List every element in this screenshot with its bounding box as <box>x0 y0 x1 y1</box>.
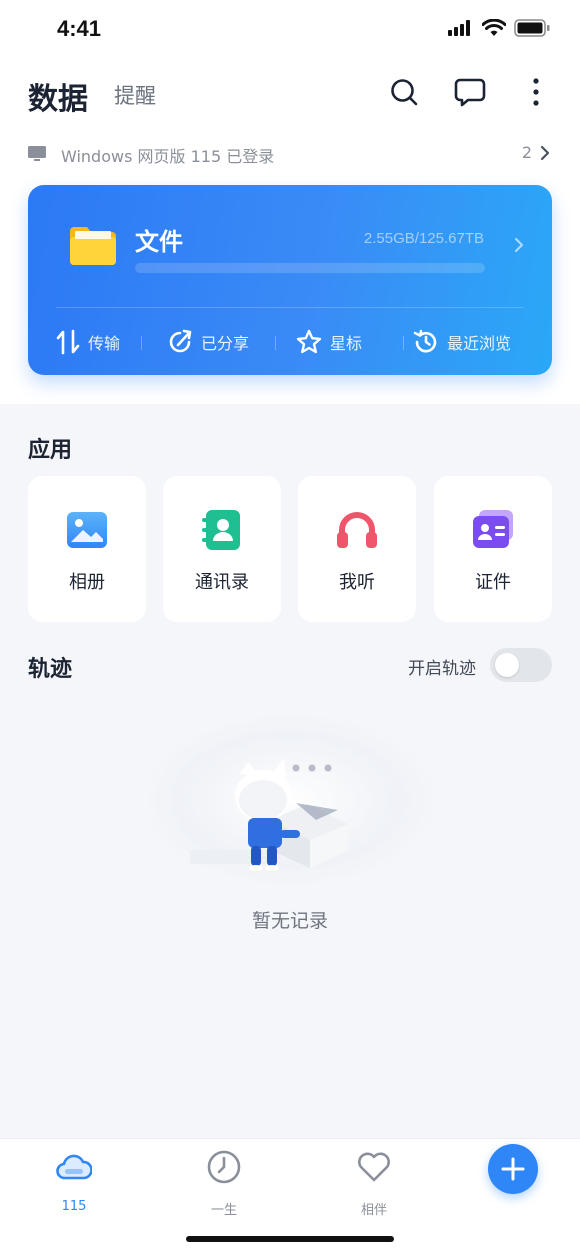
tab-lifetime-label: 一生 <box>210 1203 237 1218</box>
empty-state-text: 暂无记录 <box>251 910 328 932</box>
tab-reminders[interactable]: 提醒 <box>114 80 156 110</box>
message-icon <box>454 78 486 107</box>
history-icon <box>413 329 437 353</box>
clock-icon <box>207 1150 241 1184</box>
add-button[interactable] <box>488 1144 538 1194</box>
chevron-right-icon <box>514 237 524 253</box>
apps-section-title: 应用 <box>28 438 73 463</box>
app-contacts[interactable]: 通讯录 <box>163 476 281 622</box>
page-title: 数据 <box>28 82 88 117</box>
id-card-icon <box>473 510 513 548</box>
album-icon <box>67 512 107 548</box>
toggle-knob <box>495 653 519 677</box>
files-actions: 传输 已分享 星标 最近浏览 <box>28 325 552 359</box>
more-button[interactable] <box>520 76 552 108</box>
wifi-icon <box>482 19 506 36</box>
storage-usage-bar <box>135 263 485 273</box>
track-toggle[interactable] <box>490 648 552 682</box>
login-count: 2 <box>521 143 532 162</box>
track-section-title: 轨迹 <box>28 657 73 682</box>
login-notice[interactable]: Windows 网页版 115 已登录 2 <box>28 140 552 168</box>
recent-label: 最近浏览 <box>447 334 512 353</box>
tab-115[interactable]: 115 <box>34 1149 114 1214</box>
signal-icon <box>448 20 470 36</box>
message-button[interactable] <box>454 76 486 108</box>
status-bar: 4:41 <box>0 0 580 60</box>
files-card[interactable]: 文件 2.55GB/125.67TB 传输 已分享 星标 最近浏览 <box>28 185 552 375</box>
transfer-icon <box>56 329 80 355</box>
plus-icon <box>501 1157 525 1181</box>
files-title: 文件 <box>135 228 183 256</box>
tab-companion-label: 相伴 <box>360 1203 387 1218</box>
starred-button[interactable]: 星标 <box>296 325 362 359</box>
app-listen-label: 我听 <box>339 572 375 593</box>
tab-lifetime[interactable]: 一生 <box>184 1149 264 1218</box>
app-album[interactable]: 相册 <box>28 476 146 622</box>
chevron-right-icon <box>540 145 550 161</box>
status-time: 4:41 <box>57 16 102 41</box>
app-id-cards[interactable]: 证件 <box>434 476 552 622</box>
app-album-label: 相册 <box>69 572 105 593</box>
star-icon <box>296 329 322 354</box>
app-id-cards-label: 证件 <box>475 572 511 593</box>
headphones-icon <box>337 512 377 548</box>
contacts-icon <box>202 510 240 550</box>
share-icon <box>169 329 192 353</box>
app-listen[interactable]: 我听 <box>298 476 416 622</box>
shared-button[interactable]: 已分享 <box>167 325 249 359</box>
transfer-label: 传输 <box>88 334 121 353</box>
track-toggle-label: 开启轨迹 <box>408 659 476 679</box>
home-indicator <box>186 1236 394 1242</box>
monitor-icon <box>28 146 46 161</box>
login-notice-text: Windows 网页版 115 已登录 <box>61 147 275 166</box>
card-divider <box>56 307 524 308</box>
folder-icon <box>70 227 116 265</box>
battery-icon <box>514 19 550 37</box>
action-separator <box>403 336 404 350</box>
app-contacts-label: 通讯录 <box>195 572 249 593</box>
empty-state-illustration <box>130 705 450 895</box>
more-vertical-icon <box>533 78 539 106</box>
header: 数据 提醒 <box>0 68 580 118</box>
recent-button[interactable]: 最近浏览 <box>413 325 511 359</box>
shared-label: 已分享 <box>201 334 250 353</box>
action-separator <box>141 336 142 350</box>
action-separator <box>275 336 276 350</box>
search-icon <box>391 79 418 106</box>
heart-icon <box>358 1152 390 1182</box>
tab-companion[interactable]: 相伴 <box>334 1149 414 1218</box>
cloud-icon <box>56 1154 92 1180</box>
transfer-button[interactable]: 传输 <box>56 325 120 359</box>
tab-115-label: 115 <box>61 1199 87 1214</box>
status-icons <box>448 19 550 37</box>
storage-usage: 2.55GB/125.67TB <box>363 230 484 247</box>
starred-label: 星标 <box>330 334 363 353</box>
search-button[interactable] <box>388 76 420 108</box>
